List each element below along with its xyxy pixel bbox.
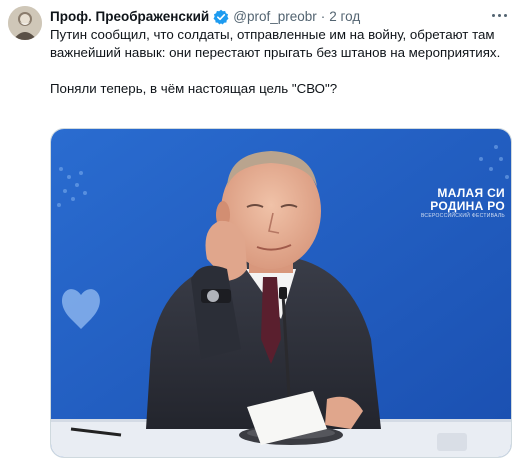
banner-right-2: РО [487,199,505,213]
banner-right-1: СИ [487,186,505,200]
banner-line-2: РОДИНА [430,199,484,213]
timestamp[interactable]: 2 год [329,8,360,26]
handle[interactable]: @prof_preobr [233,8,317,26]
more-options-icon[interactable] [488,6,510,24]
banner-subtitle: ВСЕРОССИЙСКИЙ ФЕСТИВАЛЬ [420,213,505,219]
tweet-media-image[interactable]: МАЛАЯ СИ РОДИНА РО ВСЕРОССИЙСКИЙ ФЕСТИВА… [50,128,512,458]
banner-line-1: МАЛАЯ [437,186,484,200]
tweet-card[interactable]: Проф. Преображенский @prof_preobr · 2 го… [0,0,520,463]
tweet-text-paragraph-1: Путин сообщил, что солдаты, отправленные… [50,27,501,60]
separator-dot: · [320,9,326,24]
tweet-text: Путин сообщил, что солдаты, отправленные… [50,26,510,98]
display-name[interactable]: Проф. Преображенский [50,8,209,26]
event-banner: МАЛАЯ СИ РОДИНА РО ВСЕРОССИЙСКИЙ ФЕСТИВА… [421,187,505,220]
tweet-text-paragraph-2: Поняли теперь, в чём настоящая цель "СВО… [50,81,338,96]
tweet-header: Проф. Преображенский @prof_preobr · 2 го… [50,8,360,26]
verified-badge-icon [213,9,229,25]
avatar[interactable] [8,6,42,40]
